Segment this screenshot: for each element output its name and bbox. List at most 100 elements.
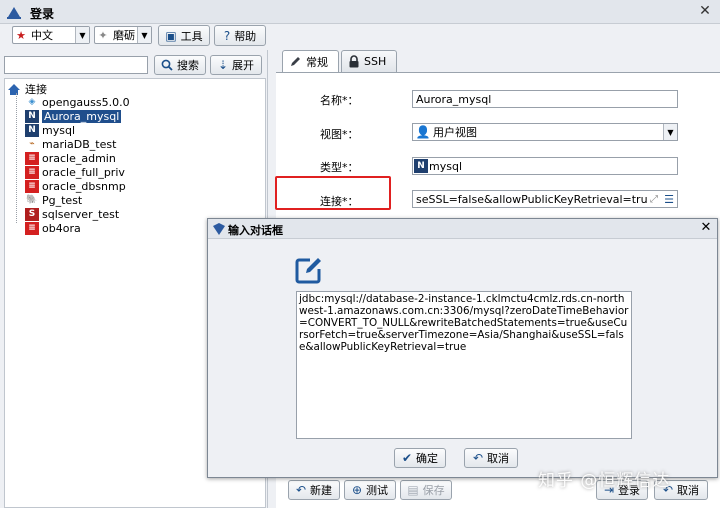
type-value: mysql	[429, 159, 462, 173]
tree-item-oracle-full-priv[interactable]: ≡ oracle_full_priv	[25, 165, 125, 179]
dialog-title-bar: 输入对话框 ✕	[208, 219, 717, 239]
close-icon[interactable]: ✕	[698, 220, 714, 236]
new-label: 新建	[310, 484, 333, 497]
tree-item-aurora-mysql[interactable]: N Aurora_mysql	[25, 109, 122, 123]
search-icon	[161, 59, 173, 71]
antenna-icon: ⊕	[351, 483, 363, 497]
theme-icon: ✦	[98, 28, 108, 42]
search-button[interactable]: 搜索	[154, 55, 206, 75]
toolbar: ★ 中文 ▼ ✦ 磨砺 ▼ ▣ 工具 ? 帮助	[0, 24, 720, 48]
help-label: 帮助	[234, 29, 257, 43]
url-textarea[interactable]: jdbc:mysql://database-2-instance-1.cklmc…	[296, 291, 632, 439]
tab-label: SSH	[364, 55, 387, 68]
tree-item-pg-test[interactable]: 🐘 Pg_test	[25, 193, 82, 207]
lock-icon	[349, 55, 359, 68]
tree-item-label: oracle_dbsnmp	[42, 179, 126, 193]
theme-value: 磨砺	[113, 29, 135, 42]
app-icon	[7, 7, 21, 19]
help-icon: ?	[223, 28, 231, 43]
tree-item-label: opengauss5.0.0	[42, 95, 130, 109]
user-icon: 👤	[415, 125, 431, 139]
opengauss-icon: ◈	[28, 97, 36, 107]
tree-item-oracle-admin[interactable]: ≡ oracle_admin	[25, 151, 116, 165]
cancel-label: 取消	[677, 484, 700, 497]
new-button[interactable]: ↶ 新建	[288, 480, 340, 500]
type-label: 类型*：	[320, 161, 359, 174]
dialog-cancel-label: 取消	[487, 452, 510, 465]
tree-item-label: oracle_full_priv	[42, 165, 125, 179]
expand-icon: ⇣	[217, 58, 229, 72]
mysql-icon: N	[25, 123, 39, 137]
theme-select[interactable]: ✦ 磨砺 ▼	[94, 26, 152, 44]
connection-field[interactable]: seSSL=false&allowPublicKeyRetrieval=true…	[412, 190, 678, 208]
view-label: 视图*：	[320, 128, 359, 141]
oracle-icon: ≡	[25, 179, 39, 193]
tab-general[interactable]: 常规	[282, 50, 339, 72]
tree-item-label: mysql	[42, 123, 75, 137]
tree-item-label: ob4ora	[42, 221, 81, 235]
chevron-down-icon: ▼	[75, 27, 89, 43]
search-label: 搜索	[177, 59, 199, 72]
tools-label: 工具	[180, 29, 203, 43]
flag-icon: ★	[16, 28, 26, 42]
view-value: 用户视图	[433, 126, 477, 139]
tree-item-label: mariaDB_test	[42, 137, 117, 151]
expand-label: 展开	[232, 59, 255, 72]
language-value: 中文	[31, 29, 53, 42]
save-button: ▤ 保存	[400, 480, 452, 500]
ok-label: 确定	[416, 452, 439, 465]
tab-bar: 常规 SSH	[282, 50, 398, 72]
tree-guide-line	[16, 93, 17, 223]
postgres-icon: 🐘	[26, 195, 38, 205]
window-title: 登录	[30, 7, 55, 21]
chevron-down-icon: ▼	[137, 27, 151, 43]
tree-item-label: Pg_test	[42, 193, 83, 207]
sqlserver-icon: S	[25, 207, 39, 221]
chevron-down-icon: ▼	[663, 124, 677, 140]
tab-label: 常规	[306, 55, 328, 69]
dialog-cancel-button[interactable]: ↶ 取消	[464, 448, 518, 468]
test-label: 测试	[366, 484, 389, 497]
tree-item-oracle-dbsnmp[interactable]: ≡ oracle_dbsnmp	[25, 179, 126, 193]
oracle-icon: ≡	[25, 165, 39, 179]
language-select[interactable]: ★ 中文 ▼	[12, 26, 90, 44]
input-dialog: 输入对话框 ✕ jdbc:mysql://database-2-instance…	[207, 218, 718, 478]
watermark: 知乎 @恒辉信达	[538, 471, 671, 491]
tree-item-sqlserver-test[interactable]: S sqlserver_test	[25, 207, 119, 221]
tree-item-label: sqlserver_test	[42, 207, 120, 221]
dialog-app-icon	[213, 223, 225, 235]
back-arrow-icon: ↶	[295, 483, 307, 497]
expand-arrows-icon[interactable]: ⤢	[647, 194, 661, 205]
edit-list-icon[interactable]: ☰	[661, 193, 677, 206]
tools-button[interactable]: ▣ 工具	[158, 25, 210, 46]
name-label: 名称*：	[320, 94, 359, 107]
tree-item-label: oracle_admin	[42, 151, 116, 165]
save-label: 保存	[422, 484, 445, 497]
tree-item-mysql[interactable]: N mysql	[25, 123, 75, 137]
edit-icon	[295, 258, 321, 284]
tree-item-label: Aurora_mysql	[42, 109, 122, 123]
close-icon[interactable]: ✕	[696, 2, 714, 20]
mysql-icon: N	[25, 109, 39, 123]
tree-item-opengauss[interactable]: ◈ opengauss5.0.0	[25, 95, 130, 109]
mariadb-icon: ⌁	[29, 139, 35, 149]
mysql-icon: N	[414, 159, 428, 173]
help-button[interactable]: ? 帮助	[214, 25, 266, 46]
expand-button[interactable]: ⇣ 展开	[210, 55, 262, 75]
oracle-icon: ≡	[25, 151, 39, 165]
view-select[interactable]: 👤 用户视图 ▼	[412, 123, 678, 141]
pencil-icon	[291, 57, 300, 66]
ok-button[interactable]: ✔ 确定	[394, 448, 446, 468]
name-field[interactable]: Aurora_mysql	[412, 90, 678, 108]
dialog-title: 输入对话框	[228, 224, 283, 237]
save-icon: ▤	[407, 483, 419, 497]
search-input[interactable]	[4, 56, 148, 74]
highlight-annotation	[275, 176, 391, 210]
test-button[interactable]: ⊕ 测试	[344, 480, 396, 500]
tree-item-ob4ora[interactable]: ≡ ob4ora	[25, 221, 81, 235]
check-circle-icon: ✔	[401, 451, 413, 465]
title-bar: 登录 ✕	[0, 0, 720, 24]
type-field[interactable]: N mysql	[412, 157, 678, 175]
tree-item-mariadb[interactable]: ⌁ mariaDB_test	[25, 137, 116, 151]
tab-ssh[interactable]: SSH	[341, 50, 398, 72]
